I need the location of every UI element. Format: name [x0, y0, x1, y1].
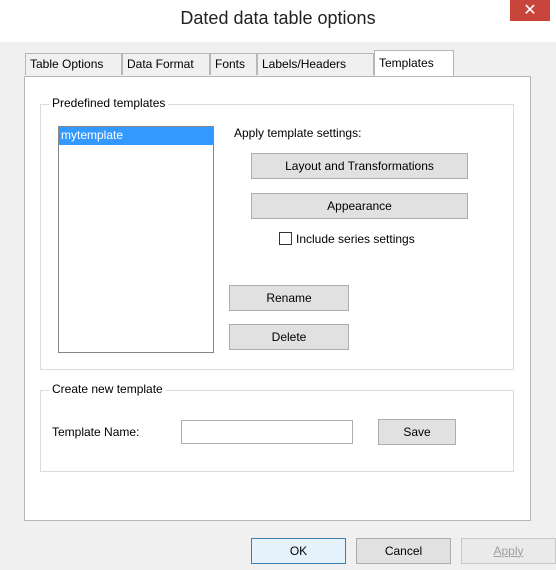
- tab-table-options[interactable]: Table Options: [25, 53, 122, 75]
- ok-button[interactable]: OK: [251, 538, 346, 564]
- apply-template-settings-label: Apply template settings:: [234, 126, 362, 140]
- list-item[interactable]: mytemplate: [59, 127, 213, 145]
- tab-fonts[interactable]: Fonts: [210, 53, 257, 75]
- template-name-label: Template Name:: [52, 425, 140, 439]
- apply-button[interactable]: Apply: [461, 538, 556, 564]
- rename-button[interactable]: Rename: [229, 285, 349, 311]
- appearance-button[interactable]: Appearance: [251, 193, 468, 219]
- create-template-label: Create new template: [49, 382, 166, 396]
- window-title: Dated data table options: [180, 8, 376, 28]
- template-name-input[interactable]: [181, 420, 353, 444]
- tab-templates[interactable]: Templates: [374, 50, 454, 76]
- include-series-label: Include series settings: [296, 232, 415, 246]
- close-button[interactable]: ✕: [510, 0, 550, 21]
- tab-labels-headers[interactable]: Labels/Headers: [257, 53, 374, 75]
- cancel-button[interactable]: Cancel: [356, 538, 451, 564]
- predefined-templates-label: Predefined templates: [49, 96, 169, 110]
- templates-listbox[interactable]: mytemplate: [58, 126, 214, 353]
- layout-and-transformations-button[interactable]: Layout and Transformations: [251, 153, 468, 179]
- close-icon: ✕: [523, 2, 537, 19]
- tab-data-format[interactable]: Data Format: [122, 53, 210, 75]
- delete-button[interactable]: Delete: [229, 324, 349, 350]
- include-series-checkbox[interactable]: [279, 232, 292, 245]
- title-bar: Dated data table options ✕: [0, 0, 556, 42]
- save-button[interactable]: Save: [378, 419, 456, 445]
- dialog-window: Dated data table options ✕ Table Options…: [0, 0, 556, 570]
